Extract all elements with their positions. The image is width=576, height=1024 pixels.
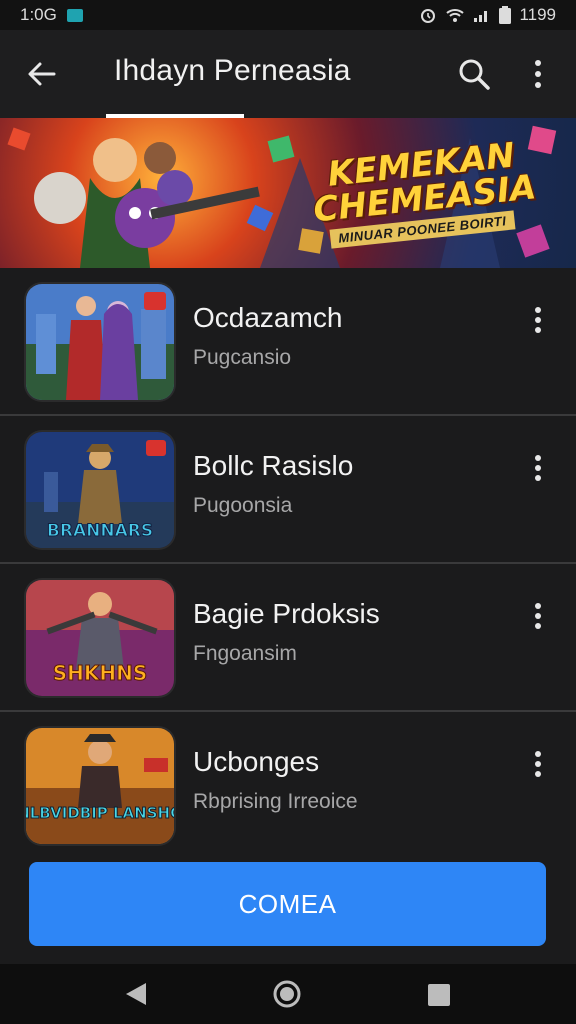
item-title: Ocdazamch [193, 302, 343, 333]
more-vert-icon[interactable] [526, 602, 550, 630]
game-thumbnail [26, 284, 174, 400]
thumbnail-title-text: BRANNARS [47, 521, 153, 541]
battery-icon [499, 6, 512, 24]
more-vert-icon[interactable] [522, 54, 554, 94]
item-subtitle: Pugcansio [193, 346, 292, 369]
item-subtitle: Pugoonsia [193, 494, 293, 517]
list-item[interactable]: SHKHNS Bagie Prdoksis Fngoansim [0, 564, 576, 712]
game-list: Ocdazamch Pugcansio BRANNARS Bollc Rasis… [0, 268, 576, 860]
signal-icon [474, 11, 488, 22]
item-subtitle: Rbprising Irreoice [193, 790, 358, 813]
page-title: Ihdayn Perneasia [114, 54, 351, 87]
featured-banner[interactable]: KEMEKAN CHEMEASIA MINUAR POONEE BOIRTI [0, 118, 576, 268]
status-bar: 1:0G 1199 [0, 0, 576, 30]
more-vert-icon[interactable] [526, 454, 550, 482]
back-arrow-icon[interactable] [22, 54, 62, 94]
more-vert-icon[interactable] [526, 750, 550, 778]
system-nav-bar [0, 964, 576, 1024]
notification-app-icon [66, 8, 83, 22]
game-thumbnail: SHKHNS [26, 580, 174, 696]
status-time: 1:0G [20, 5, 57, 24]
primary-action-button[interactable]: COMEA [29, 862, 546, 946]
thumbnail-title-text: SHKHNS [53, 661, 148, 685]
alarm-icon [421, 9, 436, 23]
status-left: 1:0G [20, 5, 83, 25]
item-title: Ucbonges [193, 746, 320, 777]
game-thumbnail: NLBVIDBIP LANSHO [26, 728, 174, 844]
item-subtitle: Fngoansim [193, 642, 297, 665]
list-item[interactable]: NLBVIDBIP LANSHO Ucbonges Rbprising Irre… [0, 712, 576, 860]
item-title: Bagie Prdoksis [193, 598, 380, 629]
item-title: Bollc Rasislo [193, 450, 354, 481]
list-item[interactable]: Ocdazamch Pugcansio [0, 268, 576, 416]
nav-recents-icon[interactable] [428, 984, 450, 1006]
search-icon[interactable] [454, 54, 494, 94]
list-item[interactable]: BRANNARS Bollc Rasislo Pugoonsia [0, 416, 576, 564]
status-right: 1199 [419, 5, 556, 25]
app-bar: Ihdayn Perneasia [0, 30, 576, 118]
thumbnail-title-text: NLBVIDBIP LANSHO [26, 804, 174, 822]
game-thumbnail: BRANNARS [26, 432, 174, 548]
nav-home-icon[interactable] [272, 979, 302, 1009]
more-vert-icon[interactable] [526, 306, 550, 334]
battery-text: 1199 [519, 5, 556, 24]
nav-back-icon[interactable] [124, 981, 148, 1007]
wifi-icon [446, 9, 465, 22]
